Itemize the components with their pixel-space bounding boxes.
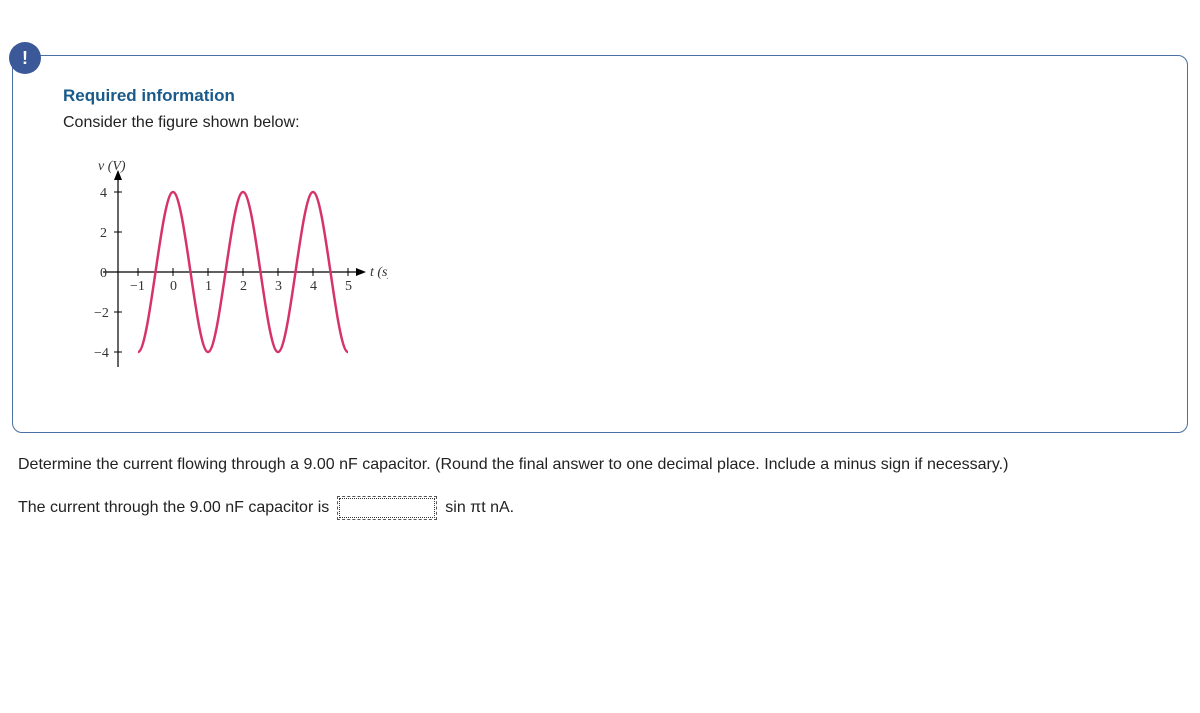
required-info-box: ! Required information Consider the figu… bbox=[12, 55, 1188, 433]
y-tick-4: 4 bbox=[100, 186, 107, 201]
required-heading: Required information bbox=[63, 86, 1167, 106]
intro-text: Consider the figure shown below: bbox=[63, 114, 1167, 132]
x-tick-5: 5 bbox=[345, 279, 352, 294]
x-tick-1: 1 bbox=[205, 279, 212, 294]
answer-prefix: The current through the 9.00 nF capacito… bbox=[18, 499, 329, 517]
x-tick-2: 2 bbox=[240, 279, 247, 294]
x-tick-neg1: −1 bbox=[130, 279, 145, 294]
voltage-waveform-chart: 4 2 0 −2 −4 −1 0 1 2 3 bbox=[58, 152, 388, 392]
chart-svg: 4 2 0 −2 −4 −1 0 1 2 3 bbox=[58, 152, 388, 392]
question-text: Determine the current flowing through a … bbox=[18, 453, 1188, 476]
exclamation-icon: ! bbox=[9, 42, 41, 74]
answer-input[interactable] bbox=[337, 496, 437, 520]
y-tick-neg2: −2 bbox=[94, 306, 109, 321]
y-axis-label: v (V) bbox=[98, 159, 126, 174]
x-axis-label: t (s) bbox=[370, 265, 388, 280]
answer-line: The current through the 9.00 nF capacito… bbox=[18, 496, 1188, 520]
y-tick-2: 2 bbox=[100, 226, 107, 241]
x-tick-0: 0 bbox=[170, 279, 177, 294]
x-tick-4: 4 bbox=[310, 279, 317, 294]
answer-suffix: sin πt nA. bbox=[445, 499, 514, 517]
x-tick-3: 3 bbox=[275, 279, 282, 294]
y-tick-neg4: −4 bbox=[94, 346, 109, 361]
y-tick-0: 0 bbox=[100, 266, 107, 281]
